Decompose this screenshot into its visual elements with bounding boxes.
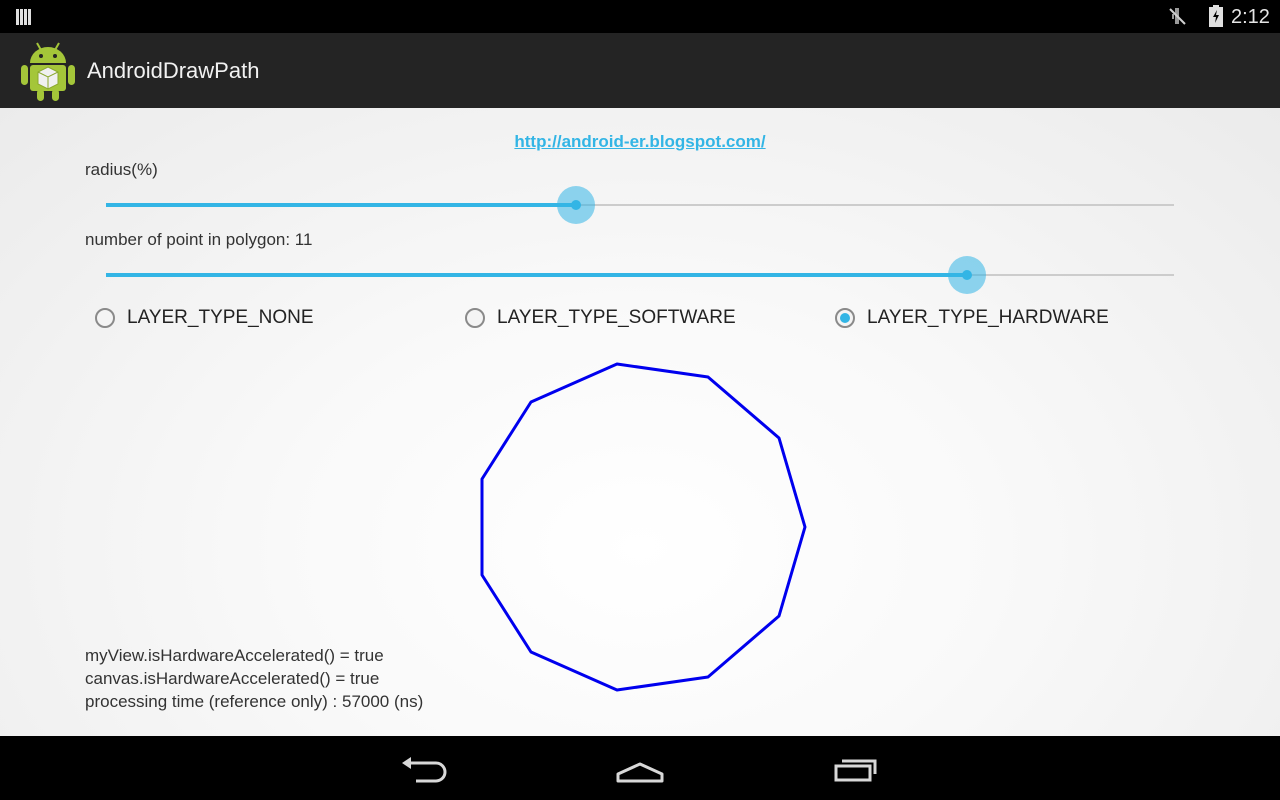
radio-button-icon[interactable] — [95, 308, 115, 328]
radio-layer-type-hardware[interactable]: LAYER_TYPE_HARDWARE — [835, 306, 1109, 330]
home-icon[interactable] — [610, 750, 670, 786]
points-label: number of point in polygon: 11 — [85, 230, 313, 249]
navigation-bar — [0, 736, 1280, 800]
main-content: http://android-er.blogspot.com/ radius(%… — [0, 108, 1280, 736]
blog-link[interactable]: http://android-er.blogspot.com/ — [0, 132, 1280, 152]
app-title: AndroidDrawPath — [87, 58, 260, 83]
radius-label: radius(%) — [85, 160, 158, 179]
points-slider[interactable] — [106, 255, 1174, 295]
radio-label: LAYER_TYPE_SOFTWARE — [497, 307, 736, 328]
battery-charging-icon — [1209, 5, 1223, 27]
radio-label: LAYER_TYPE_HARDWARE — [867, 307, 1109, 328]
points-slider-fill — [106, 273, 967, 277]
action-bar: AndroidDrawPath — [0, 33, 1280, 109]
back-icon[interactable] — [394, 750, 454, 786]
mute-icon — [1169, 8, 1186, 25]
android-robot-icon[interactable] — [20, 37, 76, 103]
radio-layer-type-software[interactable]: LAYER_TYPE_SOFTWARE — [465, 306, 736, 330]
recent-apps-icon[interactable] — [826, 750, 886, 786]
radio-button-icon[interactable] — [835, 308, 855, 328]
info-hardware-accelerated-view: myView.isHardwareAccelerated() = true — [85, 646, 384, 665]
status-clock: 2:12 — [1231, 6, 1270, 28]
radius-slider[interactable] — [106, 185, 1174, 225]
drawn-polygon — [480, 362, 807, 692]
radio-layer-type-none[interactable]: LAYER_TYPE_NONE — [95, 306, 314, 330]
info-hardware-accelerated-canvas: canvas.isHardwareAccelerated() = true — [85, 669, 380, 688]
android-screen: 2:12 AndroidDrawPath http://android-er.b… — [0, 0, 1280, 800]
radio-label: LAYER_TYPE_NONE — [127, 307, 314, 328]
radio-button-icon[interactable] — [465, 308, 485, 328]
info-processing-time: processing time (reference only) : 57000… — [85, 692, 424, 711]
radius-slider-fill — [106, 203, 576, 207]
status-bar: 2:12 — [0, 0, 1280, 33]
radius-slider-thumb[interactable] — [556, 186, 595, 224]
notification-icon — [16, 9, 31, 25]
points-slider-thumb[interactable] — [947, 256, 986, 294]
